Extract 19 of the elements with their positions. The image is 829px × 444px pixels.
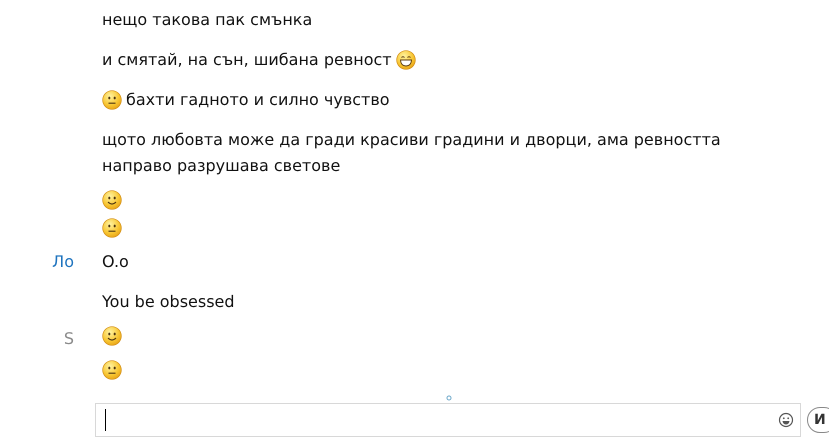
send-button[interactable]: И [807,407,829,433]
sender-name: S [64,328,74,350]
dot-icon [446,395,452,401]
smiley-icon [102,190,122,210]
emoticon-icon[interactable] [778,412,794,428]
laughing-face-icon [396,50,416,70]
message-text: щото любовта може да гради красиви градини и дворци, ама ревността направо разрушава светове [102,129,722,177]
message-text: и смятай, на сън, шибана ревност [102,49,392,71]
message-text: O.o [102,251,129,273]
message-text: нещо такова пак смънка [102,9,312,31]
text-cursor [105,409,106,431]
neutral-face-icon [102,90,122,110]
neutral-face-icon [102,218,122,238]
message-text: You be obsessed [102,291,235,313]
message-text: бахти гадното и силно чувство [126,89,390,111]
smiley-icon [102,326,122,346]
neutral-face-icon [102,360,122,380]
sender-name: Ло [52,251,74,273]
message-input[interactable] [95,403,801,437]
